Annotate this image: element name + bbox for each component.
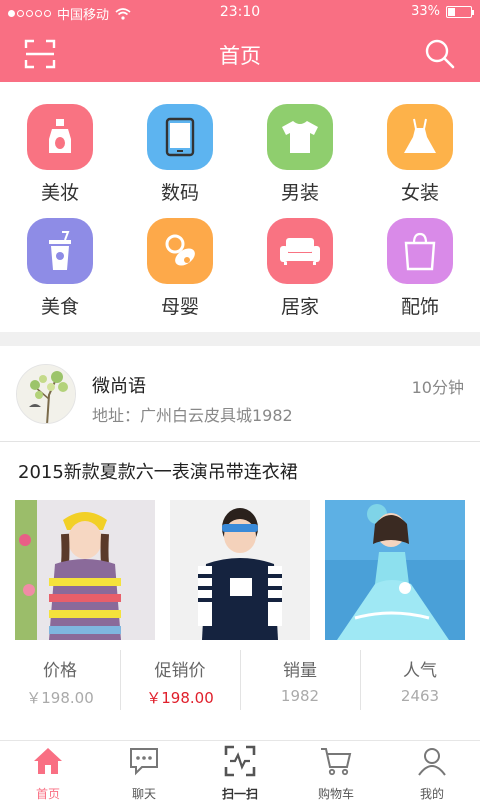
- product-stats: 价格 ￥198.00 促销价 ￥198.00 销量 1982 人气 2463: [0, 650, 480, 710]
- home-icon: [34, 748, 62, 774]
- category-baby[interactable]: 母婴: [120, 218, 240, 319]
- category-label: 配饰: [400, 296, 439, 318]
- product-photo-2[interactable]: [170, 500, 310, 640]
- category-label: 美食: [40, 296, 79, 318]
- product-photos: [0, 500, 480, 640]
- tab-label: 购物车: [317, 787, 354, 800]
- top-header: 中国移动 23:10 33% 首页: [0, 0, 480, 82]
- section-divider: [0, 332, 480, 346]
- stat-value: 2463: [400, 687, 440, 705]
- shop-name: 微尚语: [92, 376, 146, 397]
- stat-promo-price: 促销价 ￥198.00: [120, 650, 240, 710]
- category-menswear[interactable]: 男装: [240, 104, 360, 205]
- category-label: 数码: [160, 182, 199, 204]
- shop-row[interactable]: 微尚语 10分钟 地址：广州白云皮具城1982: [0, 346, 480, 442]
- status-time: 23:10: [219, 4, 261, 20]
- tab-label: 首页: [35, 787, 60, 800]
- cart-icon: [321, 748, 352, 776]
- battery-icon: [446, 5, 474, 18]
- category-makeup[interactable]: 美妆: [0, 104, 120, 205]
- shop-address: 地址：广州白云皮具城1982: [92, 406, 293, 425]
- stat-value: 1982: [280, 687, 320, 705]
- stat-label: 销量: [283, 661, 317, 681]
- tshirt-icon: [267, 104, 333, 170]
- drink-icon: [27, 218, 93, 284]
- scan-icon: [224, 745, 256, 777]
- category-womenswear[interactable]: 女装: [360, 104, 480, 205]
- pacifier-icon: [147, 218, 213, 284]
- category-label: 男装: [280, 182, 319, 204]
- category-grid: 美妆 数码 男装 女装 美食 母婴 居家 配饰: [0, 82, 480, 332]
- user-icon: [418, 748, 446, 776]
- shop-time: 10分钟: [411, 378, 464, 397]
- chat-icon: [130, 748, 158, 776]
- stat-value: ￥198.00: [26, 689, 94, 707]
- category-label: 美妆: [40, 182, 79, 204]
- tab-profile[interactable]: 我的: [384, 745, 480, 800]
- bag-icon: [387, 218, 453, 284]
- tab-scan[interactable]: 扫一扫: [192, 745, 288, 800]
- stat-sales: 销量 1982: [240, 650, 360, 710]
- tab-chat[interactable]: 聊天: [96, 745, 192, 800]
- product-photo-1[interactable]: [15, 500, 155, 640]
- tab-cart[interactable]: 购物车: [288, 745, 384, 800]
- status-right: 33%: [411, 4, 474, 19]
- product-title[interactable]: 2015新款夏款六一表演吊带连衣裙: [18, 458, 298, 484]
- tab-label: 聊天: [131, 787, 156, 800]
- shop-avatar[interactable]: [16, 364, 76, 424]
- category-accessories[interactable]: 配饰: [360, 218, 480, 319]
- perfume-icon: [27, 104, 93, 170]
- product-photo-3[interactable]: [325, 500, 465, 640]
- battery-label: 33%: [411, 4, 440, 19]
- category-label: 居家: [280, 296, 319, 318]
- tab-label: 扫一扫: [221, 787, 258, 800]
- stat-price: 价格 ￥198.00: [0, 650, 120, 710]
- stat-label: 人气: [403, 661, 437, 681]
- search-button[interactable]: [424, 38, 456, 70]
- category-home[interactable]: 居家: [240, 218, 360, 319]
- category-label: 母婴: [160, 296, 199, 318]
- category-label: 女装: [400, 182, 439, 204]
- stat-popularity: 人气 2463: [360, 650, 480, 710]
- tab-label: 我的: [419, 787, 444, 800]
- tab-home[interactable]: 首页: [0, 745, 96, 800]
- stat-label: 价格: [43, 661, 77, 681]
- sofa-icon: [267, 218, 333, 284]
- category-digital[interactable]: 数码: [120, 104, 240, 205]
- status-bar: 中国移动 23:10 33%: [0, 0, 480, 24]
- stat-label: 促销价: [154, 661, 206, 681]
- stat-value: ￥198.00: [146, 689, 214, 707]
- category-food[interactable]: 美食: [0, 218, 120, 319]
- dress-icon: [387, 104, 453, 170]
- tablet-icon: [147, 104, 213, 170]
- page-title: 首页: [219, 44, 261, 68]
- bottom-tab-bar: 首页 聊天 扫一扫 购物车 我的: [0, 740, 480, 800]
